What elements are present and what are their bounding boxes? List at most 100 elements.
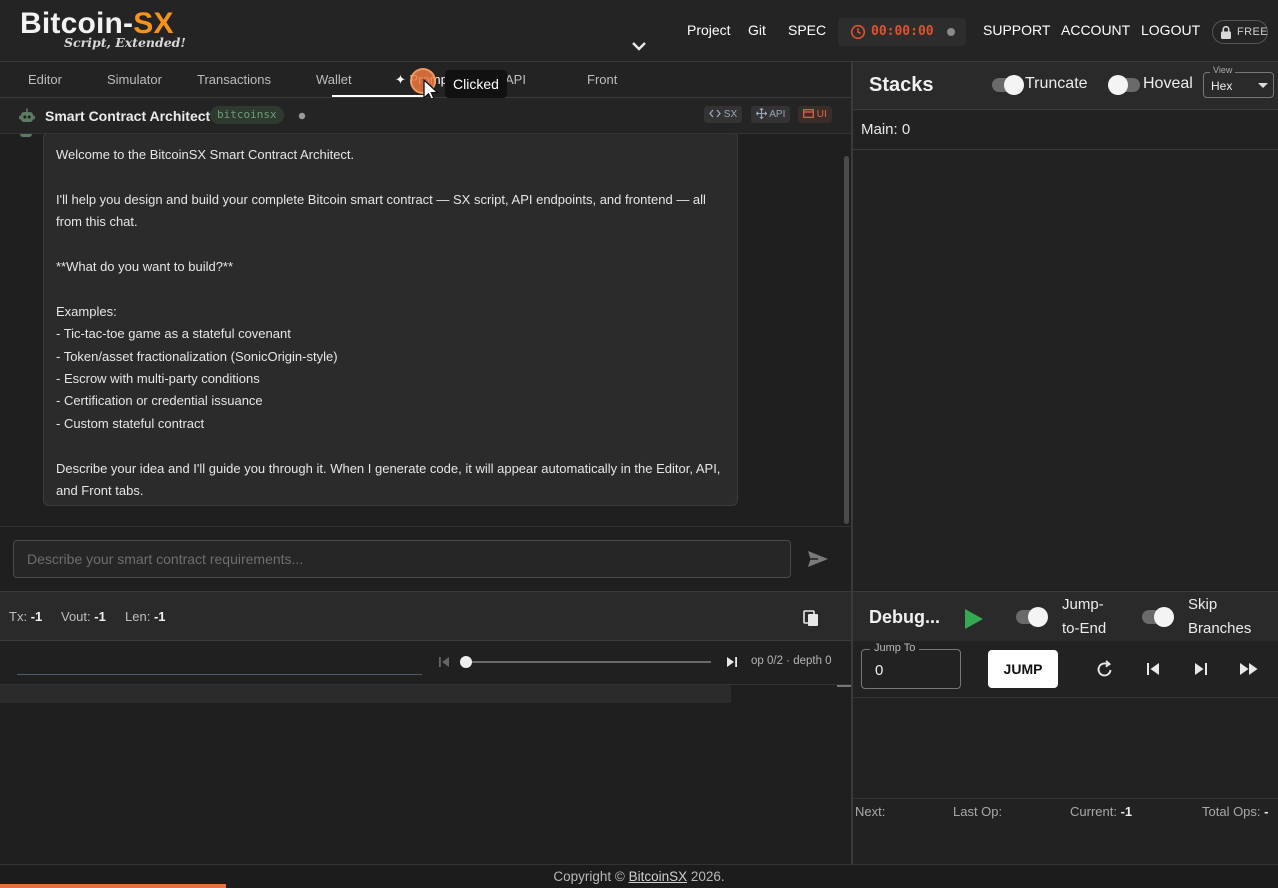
- chat-scrollbar[interactable]: [844, 156, 849, 524]
- top-bar: Bitcoin-SX Script, Extended! Project Git…: [0, 0, 1278, 62]
- tab-wallet[interactable]: Wallet: [316, 72, 352, 87]
- nav-git[interactable]: Git: [748, 22, 766, 38]
- page-progress-bar: [0, 884, 226, 888]
- nav-project[interactable]: Project: [687, 22, 731, 38]
- chip-ui[interactable]: UI: [798, 106, 832, 123]
- tab-transactions[interactable]: Transactions: [197, 72, 271, 87]
- script-length: Len: -1: [125, 609, 166, 624]
- vout-index: Vout: -1: [61, 609, 106, 624]
- assistant-avatar-icon: [20, 134, 32, 137]
- hoveal-toggle-knob: [1108, 75, 1128, 95]
- plan-badge[interactable]: FREE: [1212, 20, 1268, 44]
- len-label: Len:: [125, 609, 151, 624]
- total-ops: Total Ops: -: [1202, 804, 1269, 819]
- skip-to-start-icon[interactable]: [438, 655, 450, 669]
- op-list: [0, 685, 851, 863]
- copyright-suffix: 2026.: [687, 869, 725, 884]
- skip-branches-toggle[interactable]: [1142, 607, 1174, 627]
- chip-api[interactable]: API: [751, 106, 791, 123]
- active-tab-indicator: [332, 95, 424, 97]
- last-op-label: Last Op:: [953, 804, 1003, 819]
- timer-text: 00:00:00: [871, 24, 934, 39]
- stacks-title: Stacks: [869, 74, 934, 96]
- nav-logout[interactable]: LOGOUT: [1141, 22, 1200, 38]
- debugger-footer: Next: Last Op: Current: -1 Total Ops: -: [853, 798, 1278, 864]
- op-slider-track[interactable]: [460, 661, 711, 663]
- lock-icon: [1221, 25, 1231, 39]
- len-value: -1: [153, 609, 166, 624]
- step-back-icon[interactable]: [1143, 659, 1163, 679]
- chevron-down-icon[interactable]: [630, 38, 648, 54]
- model-badge: bitcoinsx: [210, 106, 284, 124]
- send-icon[interactable]: [806, 549, 830, 569]
- fast-forward-icon[interactable]: [1239, 659, 1259, 679]
- chat-input-row: [0, 526, 851, 590]
- robot-icon: [19, 108, 35, 122]
- scrub-progress-line: [17, 674, 422, 675]
- debugger-title: Debug...: [869, 607, 940, 627]
- step-forward-icon[interactable]: [1191, 659, 1211, 679]
- logo[interactable]: Bitcoin-SX Script, Extended!: [20, 8, 186, 51]
- op-list-scrollbar[interactable]: [837, 685, 851, 687]
- architect-title: Smart Contract Architect: [45, 108, 211, 124]
- stack-view: [853, 150, 1278, 590]
- jump-to-end-knob: [1028, 607, 1048, 627]
- tx-value: -1: [30, 609, 43, 624]
- chat-messages[interactable]: Welcome to the BitcoinSX Smart Contract …: [0, 134, 851, 526]
- view-select-value: Hex: [1211, 79, 1233, 93]
- truncate-label: Truncate: [1025, 75, 1088, 92]
- next-op: Next:: [855, 804, 885, 819]
- clock-icon: [850, 24, 866, 40]
- reset-icon[interactable]: [1095, 659, 1115, 679]
- vout-label: Vout:: [61, 609, 91, 624]
- skip-branches-knob: [1154, 607, 1174, 627]
- jump-to-legend: Jump To: [870, 642, 920, 654]
- op-scrubber: op 0/2 · depth 0: [0, 641, 851, 685]
- skip-to-end-icon[interactable]: [726, 655, 738, 669]
- chip-sx-label: SX: [723, 109, 738, 120]
- total-ops-label: Total Ops:: [1202, 804, 1261, 819]
- tab-editor[interactable]: Editor: [28, 72, 62, 87]
- session-timer[interactable]: 00:00:00: [838, 18, 966, 46]
- tx-index: Tx: -1: [9, 609, 42, 624]
- current-label: Current:: [1070, 804, 1117, 819]
- nav-support[interactable]: SUPPORT: [983, 22, 1050, 38]
- play-icon[interactable]: [965, 609, 983, 629]
- vout-value: -1: [94, 609, 106, 624]
- jump-to-input[interactable]: [863, 659, 959, 681]
- plan-badge-label: FREE: [1237, 26, 1268, 38]
- tab-simulator[interactable]: Simulator: [107, 72, 162, 87]
- chat-input[interactable]: [13, 540, 791, 578]
- nav-spec[interactable]: SPEC: [788, 22, 826, 38]
- view-select[interactable]: View Hex: [1203, 65, 1274, 98]
- total-ops-value: -: [1264, 804, 1269, 819]
- chip-sx[interactable]: SX: [704, 106, 743, 123]
- copyright-prefix: Copyright ©: [553, 869, 629, 884]
- truncate-toggle[interactable]: [992, 75, 1024, 95]
- window-icon: [803, 109, 814, 118]
- hoveal-toggle[interactable]: [1108, 75, 1140, 95]
- last-op: Last Op:: [953, 804, 1002, 819]
- jump-button[interactable]: JUMP: [988, 650, 1058, 688]
- copy-icon[interactable]: [801, 608, 821, 628]
- skip-branches-label: Skip Branches: [1188, 596, 1252, 637]
- architect-header: Smart Contract Architect bitcoinsx SX AP…: [0, 98, 851, 134]
- code-icon: [709, 109, 721, 118]
- jump-to-end-toggle[interactable]: [1016, 607, 1048, 627]
- op-status: op 0/2 · depth 0: [751, 655, 832, 667]
- stacks-header: Stacks Truncate Hoveal View Hex: [853, 62, 1278, 110]
- move-icon: [755, 107, 768, 120]
- caret-down-icon: [1258, 83, 1268, 88]
- nav-account[interactable]: ACCOUNT: [1061, 22, 1130, 38]
- truncate-toggle-knob: [1004, 75, 1024, 95]
- hoveal-label: Hoveal: [1143, 75, 1193, 92]
- tab-api[interactable]: API: [505, 72, 526, 87]
- next-label: Next:: [855, 804, 886, 819]
- timer-status-dot: [947, 28, 955, 36]
- jump-to-field[interactable]: Jump To: [861, 642, 961, 689]
- footer-link[interactable]: BitcoinSX: [629, 869, 688, 884]
- op-slider-thumb[interactable]: [460, 656, 472, 668]
- chip-ui-label: UI: [816, 109, 827, 120]
- main-stack-header: Main: 0: [853, 110, 1278, 150]
- tab-front[interactable]: Front: [587, 72, 617, 87]
